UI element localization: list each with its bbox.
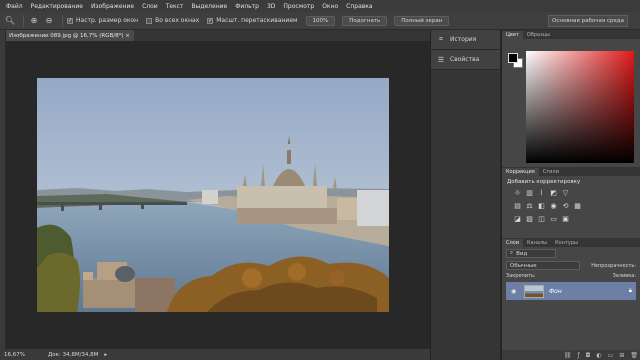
document-tabbar: Изображение 089.jpg @ 16,7% (RGB/8*) × [6, 30, 430, 41]
color-balance-icon[interactable]: ⚖ [524, 201, 535, 210]
layers-panel: ⌕ Вид Обычные Непрозрачность: Закрепить:… [502, 247, 640, 302]
tab-swatches[interactable]: Образцы [523, 31, 554, 39]
divider [62, 14, 63, 27]
zoom-level[interactable]: 16,67% [4, 352, 34, 358]
document-tab[interactable]: Изображение 089.jpg @ 16,7% (RGB/8*) × [6, 30, 134, 41]
black-white-icon[interactable]: ◧ [536, 201, 547, 210]
adjustments-title: Добавить корректировку [507, 179, 581, 185]
color-spectrum[interactable] [526, 51, 634, 163]
right-panels: Цвет Образцы Коррекция Стили Добавить ко… [501, 30, 640, 360]
layer-name: Фон [549, 287, 562, 295]
tab-channels[interactable]: Каналы [523, 239, 551, 247]
menu-3d[interactable]: 3D [267, 3, 275, 10]
lock-icon: 🔒︎ [628, 287, 632, 294]
doc-size: Док: 34,8M/34,8M [48, 351, 99, 358]
brightness-icon[interactable]: ☼ [512, 188, 523, 197]
resize-windows-checkbox[interactable]: ✓ Настр. размер окон [67, 17, 138, 24]
eye-icon[interactable]: ◉ [511, 288, 519, 295]
menu-view[interactable]: Просмотр [283, 3, 314, 10]
divider [23, 14, 24, 27]
history-icon: ⌗ [439, 35, 443, 43]
menu-bar: Файл Редактирование Изображение Слои Тек… [0, 0, 640, 12]
workspace-switcher[interactable]: Основная рабочая среда [548, 15, 628, 27]
selective-color-icon[interactable]: ▣ [560, 214, 571, 223]
adjustment-layer-icon[interactable]: ◐ [596, 352, 601, 359]
adjustments-panel-tabs: Коррекция Стили [502, 167, 640, 176]
tab-paths[interactable]: Контуры [551, 239, 582, 247]
tab-styles[interactable]: Стили [539, 168, 563, 176]
search-icon: ⌕ [510, 250, 514, 256]
actual-pixels-button[interactable]: 100% [305, 15, 336, 26]
trash-icon[interactable]: 🗑︎ [630, 352, 638, 359]
exposure-icon[interactable]: ◩ [548, 188, 559, 197]
foreground-color-swatch[interactable] [508, 53, 518, 63]
status-arrow-icon[interactable]: ▸ [104, 352, 107, 358]
levels-icon[interactable]: ▥ [524, 188, 535, 197]
curves-icon[interactable]: ⌇ [536, 188, 547, 197]
tab-adjustments[interactable]: Коррекция [502, 168, 539, 176]
menu-edit[interactable]: Редактирование [31, 3, 83, 10]
close-icon[interactable]: × [125, 33, 130, 39]
photo-filter-icon[interactable]: ◉ [548, 201, 559, 210]
layers-footer: ⛓ ƒ ◘ ◐ ▭ ⊞ 🗑︎ [502, 350, 640, 360]
menu-help[interactable]: Справка [346, 3, 372, 10]
history-panel-button[interactable]: ⌗ История [431, 30, 500, 50]
gradient-map-icon[interactable]: ▭ [548, 214, 559, 223]
menu-window[interactable]: Окно [322, 3, 338, 10]
tab-color[interactable]: Цвет [502, 31, 523, 39]
scrubby-zoom-checkbox[interactable]: ✓ Масшт. перетаскиванием [207, 17, 298, 24]
menu-image[interactable]: Изображение [91, 3, 134, 10]
lock-label: Закрепить: [506, 273, 536, 279]
layer-filter-select[interactable]: ⌕ Вид [506, 249, 556, 258]
fit-screen-button[interactable]: Подогнать [342, 15, 388, 26]
zoom-in-icon[interactable]: ⊕ [28, 15, 40, 27]
vibrance-icon[interactable]: ▽ [560, 188, 571, 197]
color-panel-tabs: Цвет Образцы [502, 30, 640, 39]
group-icon[interactable]: ▭ [608, 352, 614, 359]
budapest-parliament-image [37, 78, 389, 312]
collapsed-panel-dock: ⌗ История ☰ Свойства [430, 30, 500, 360]
invert-icon[interactable]: ◪ [512, 214, 523, 223]
menu-filter[interactable]: Фильтр [235, 3, 259, 10]
menu-select[interactable]: Выделение [191, 3, 227, 10]
canvas-area[interactable] [6, 41, 430, 349]
checkmark-icon: ✓ [207, 17, 214, 24]
opacity-label: Непрозрачность: [591, 262, 636, 269]
layer-row-background[interactable]: ◉ Фон 🔒︎ [506, 282, 636, 300]
zoom-tool-icon[interactable]: 🔍︎ [4, 15, 16, 27]
fx-icon[interactable]: ƒ [578, 352, 580, 359]
properties-icon: ☰ [437, 55, 445, 64]
posterize-icon[interactable]: ▨ [524, 214, 535, 223]
color-panel [502, 39, 640, 167]
color-lookup-icon[interactable]: ▦ [572, 201, 583, 210]
tab-layers[interactable]: Слои [502, 239, 523, 247]
layer-thumbnail [524, 284, 544, 298]
menu-file[interactable]: Файл [6, 3, 23, 10]
status-bar: 16,67% Док: 34,8M/34,8M ▸ [0, 349, 430, 360]
properties-panel-button[interactable]: ☰ Свойства [431, 50, 500, 70]
checkbox-empty-icon [146, 17, 153, 24]
menu-layers[interactable]: Слои [142, 3, 158, 10]
layers-panel-tabs: Слои Каналы Контуры [502, 238, 640, 247]
new-layer-icon[interactable]: ⊞ [619, 352, 624, 359]
checkmark-icon: ✓ [67, 17, 73, 24]
link-icon[interactable]: ⛓ [564, 352, 572, 359]
hue-saturation-icon[interactable]: ▤ [512, 201, 523, 210]
document-photo[interactable] [37, 78, 389, 312]
channel-mixer-icon[interactable]: ⟲ [560, 201, 571, 210]
menu-type[interactable]: Текст [166, 3, 184, 10]
blend-mode-select[interactable]: Обычные [506, 261, 580, 270]
fill-label: Заливка: [612, 273, 636, 279]
zoom-out-icon[interactable]: ⊖ [43, 15, 55, 27]
mask-icon[interactable]: ◘ [586, 352, 591, 359]
threshold-icon[interactable]: ◫ [536, 214, 547, 223]
all-windows-checkbox[interactable]: Во всех окнах [146, 17, 199, 24]
fill-screen-button[interactable]: Полный экран [394, 15, 450, 26]
adjustments-panel: Добавить корректировку ☼ ▥ ⌇ ◩ ▽ ▤ ⚖ ◧ ◉… [502, 176, 640, 238]
options-bar: 🔍︎ ⊕ ⊖ ✓ Настр. размер окон Во всех окнах… [0, 12, 640, 30]
